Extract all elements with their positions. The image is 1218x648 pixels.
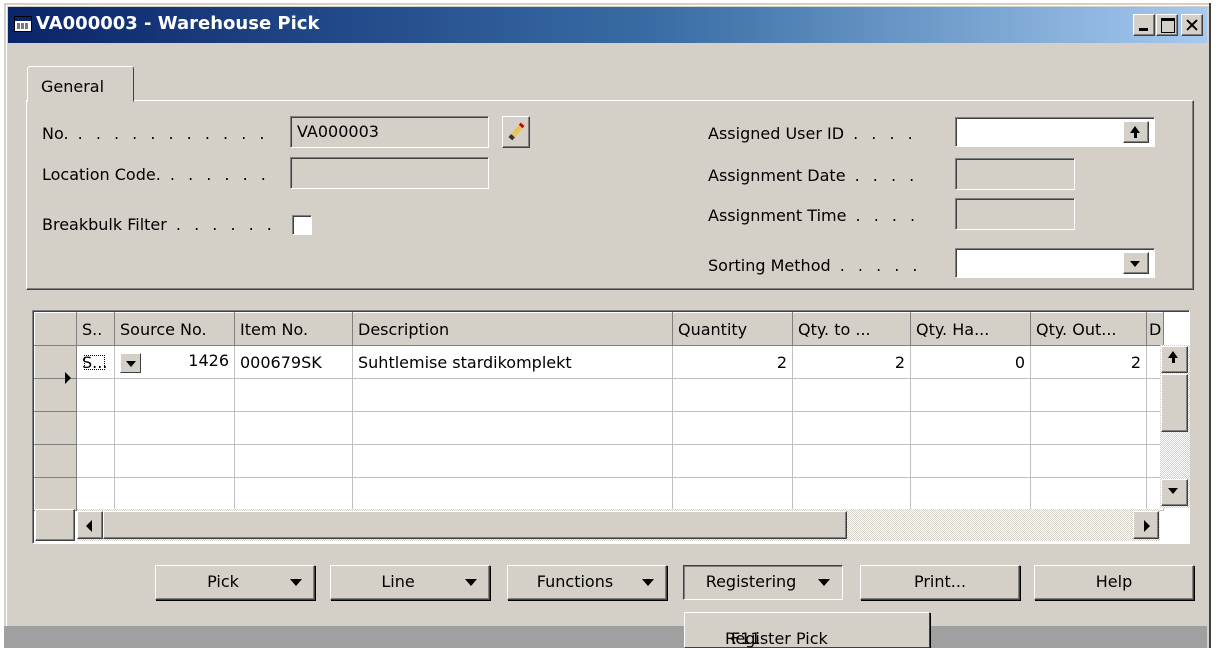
col-header-description[interactable]: Description (352, 312, 673, 346)
window-icon (14, 16, 32, 32)
col-header-source-no[interactable]: Source No. (114, 312, 235, 346)
functions-button[interactable]: Functions (507, 565, 667, 600)
lookup-arrow-icon[interactable] (1123, 121, 1149, 143)
cell-quantity[interactable]: 2 (672, 345, 793, 379)
col-header-qty-handled[interactable]: Qty. Ha... (910, 312, 1031, 346)
cell-description[interactable]: Suhtlemise stardikomplekt (352, 345, 673, 379)
dropdown-arrow-icon[interactable] (1123, 252, 1149, 274)
maximize-icon[interactable] (1156, 14, 1178, 36)
col-header-d[interactable]: D (1145, 312, 1165, 346)
col-header-qty-outstanding[interactable]: Qty. Out... (1030, 312, 1147, 346)
line-button-label: Line (381, 572, 415, 591)
no-label-text: No. (42, 124, 69, 143)
pick-button[interactable]: Pick (155, 565, 315, 600)
assignment-date-label: Assignment Date . . . . (708, 166, 919, 185)
grid-corner (34, 312, 77, 346)
cell-s[interactable]: S... (76, 345, 115, 379)
dropdown-arrow-icon (290, 579, 302, 586)
table-row[interactable] (34, 444, 1165, 478)
line-button[interactable]: Line (330, 565, 490, 600)
print-button[interactable]: Print... (860, 565, 1020, 600)
cell-source-no-text: 1426 (188, 351, 229, 370)
pencil-icon[interactable] (502, 116, 530, 148)
breakbulk-filter-checkbox[interactable] (292, 215, 312, 235)
help-button-label: Help (1095, 572, 1133, 591)
tab-general[interactable]: General (27, 66, 134, 102)
scroll-down-icon[interactable] (1161, 479, 1188, 506)
help-button[interactable]: Help (1034, 565, 1194, 600)
dropdown-arrow-icon (818, 579, 830, 586)
cell-qty-to[interactable]: 2 (792, 345, 911, 379)
cell-item-no[interactable]: 000679SK (234, 345, 353, 379)
row-pointer-icon[interactable] (34, 345, 77, 379)
cell-source-no[interactable]: 1426 (114, 345, 235, 379)
sorting-method-label-text: Sorting Method (708, 256, 831, 275)
assignment-date-field[interactable] (955, 158, 1075, 190)
functions-button-label: Functions (536, 572, 614, 591)
tab-general-label: General (41, 77, 105, 96)
dropdown-arrow-icon[interactable] (120, 353, 141, 373)
row-selector[interactable] (34, 477, 77, 511)
col-header-quantity[interactable]: Quantity (672, 312, 793, 346)
row-selector[interactable] (34, 444, 77, 478)
dropdown-arrow-icon (465, 579, 477, 586)
assignment-time-label-text: Assignment Time (708, 206, 847, 225)
no-field[interactable]: VA000003 (290, 116, 489, 148)
row-selector[interactable] (34, 411, 77, 445)
title-bar[interactable]: VA000003 - Warehouse Pick (8, 7, 1207, 43)
assignment-time-field[interactable] (955, 198, 1075, 230)
close-icon[interactable] (1181, 14, 1203, 36)
hscroll-thumb[interactable] (103, 511, 847, 539)
vertical-scrollbar[interactable] (1160, 345, 1190, 508)
assignment-time-label: Assignment Time . . . . (708, 206, 920, 225)
cell-qty-handled[interactable]: 0 (910, 345, 1031, 379)
window-title: VA000003 - Warehouse Pick (36, 13, 320, 34)
scroll-up-icon[interactable] (1161, 346, 1188, 373)
grid-header-row: S.. Source No. Item No. Description Quan… (34, 312, 1165, 346)
col-header-qty-to[interactable]: Qty. to ... (792, 312, 911, 346)
col-header-s[interactable]: S.. (76, 312, 115, 346)
assignment-date-label-text: Assignment Date (708, 166, 846, 185)
menu-item-shortcut: F11 (731, 629, 761, 648)
grid-corner-left (35, 509, 75, 541)
location-code-label-text: Location Code. (42, 165, 161, 184)
horizontal-scrollbar[interactable] (77, 509, 1160, 541)
minimize-icon[interactable] (1133, 14, 1155, 36)
print-button-label: Print... (913, 572, 967, 591)
table-row[interactable] (34, 411, 1165, 445)
table-row[interactable]: S... 1426 000679SK Suhtlemise stardikomp… (34, 345, 1165, 379)
assigned-user-id-label-text: Assigned User ID (708, 124, 845, 143)
cell-s-text: S... (82, 352, 108, 372)
assigned-user-id-label: Assigned User ID . . . . (708, 124, 917, 143)
col-header-item-no[interactable]: Item No. (234, 312, 353, 346)
registering-button-label: Registering (705, 572, 797, 591)
cell-qty-outstanding[interactable]: 2 (1030, 345, 1147, 379)
breakbulk-filter-label-text: Breakbulk Filter (42, 215, 167, 234)
scroll-thumb[interactable] (1161, 374, 1188, 432)
scroll-right-icon[interactable] (1133, 511, 1159, 539)
scroll-left-icon[interactable] (77, 511, 103, 539)
dropdown-arrow-icon (642, 579, 654, 586)
table-row[interactable] (34, 378, 1165, 412)
sorting-method-label: Sorting Method . . . . . (708, 256, 922, 275)
status-bar (4, 626, 1207, 648)
location-code-field[interactable] (290, 157, 489, 189)
table-row[interactable] (34, 477, 1165, 511)
registering-menu: Register Pick F11 (684, 612, 930, 648)
breakbulk-filter-label: Breakbulk Filter . . . . . . (42, 215, 276, 234)
registering-button[interactable]: Registering (683, 565, 843, 600)
no-label: No. . . . . . . . . . . . (42, 124, 269, 143)
lines-grid[interactable]: S.. Source No. Item No. Description Quan… (32, 310, 1190, 544)
location-code-label: Location Code. . . . . . . (42, 165, 270, 184)
pick-button-label: Pick (207, 572, 239, 591)
